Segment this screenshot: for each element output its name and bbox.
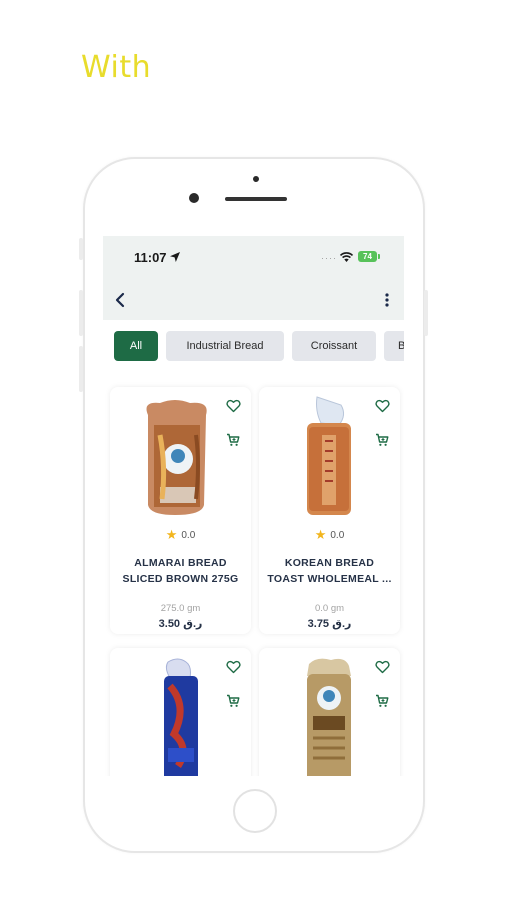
phone-home-button[interactable] xyxy=(233,789,277,833)
rating-value: 0.0 xyxy=(181,530,196,541)
phone-volume-down-button xyxy=(79,346,83,392)
category-chip-partial[interactable]: B xyxy=(384,331,404,361)
cart-icon[interactable] xyxy=(226,433,240,447)
product-weight: 275.0 gm xyxy=(160,603,201,614)
app-screen: 11:07 ···· 74 All Industrial Bread Crois… xyxy=(103,236,404,776)
app-header: 11:07 ···· 74 xyxy=(103,236,404,320)
product-name[interactable]: KOREAN BREAD TOAST WHOLEMEAL ... xyxy=(265,555,394,587)
star-icon: ★ xyxy=(314,527,327,542)
promo-text: With xyxy=(81,50,152,85)
cellular-signal-indicator: ···· xyxy=(321,253,337,263)
product-weight: 0.0 gm xyxy=(314,603,345,614)
product-rating: ★ 0.0 xyxy=(259,527,400,543)
heart-outline-icon[interactable] xyxy=(375,399,390,413)
status-time: 11:07 xyxy=(134,250,167,265)
product-card[interactable] xyxy=(110,648,251,776)
heart-outline-icon[interactable] xyxy=(226,660,241,674)
product-price: 3.75 ر.ق xyxy=(307,618,352,630)
product-image-blue-bread xyxy=(164,658,198,776)
phone-volume-up-button xyxy=(79,290,83,336)
battery-indicator: 74 xyxy=(358,251,380,262)
product-image-multigrain-bread xyxy=(307,658,351,776)
product-image-almarai-bread xyxy=(146,400,207,515)
product-name[interactable]: ALMARAI BREAD SLICED BROWN 275G xyxy=(116,555,245,587)
phone-camera xyxy=(189,193,199,203)
cart-icon[interactable] xyxy=(375,694,389,708)
cart-icon[interactable] xyxy=(226,694,240,708)
star-icon: ★ xyxy=(165,527,178,542)
product-card[interactable] xyxy=(259,648,400,776)
phone-sensor xyxy=(253,176,259,182)
category-chip-all[interactable]: All xyxy=(114,331,158,361)
more-vertical-icon[interactable] xyxy=(381,292,393,308)
category-tabs: All Industrial Bread Croissant B xyxy=(103,331,404,363)
product-card[interactable]: ★ 0.0 KOREAN BREAD TOAST WHOLEMEAL ... 0.… xyxy=(259,387,400,634)
category-chip-industrial-bread[interactable]: Industrial Bread xyxy=(166,331,284,361)
heart-outline-icon[interactable] xyxy=(375,660,390,674)
product-rating: ★ 0.0 xyxy=(110,527,251,543)
phone-power-button xyxy=(424,290,428,336)
product-price: 3.50 ر.ق xyxy=(158,618,203,630)
cart-icon[interactable] xyxy=(375,433,389,447)
heart-outline-icon[interactable] xyxy=(226,399,241,413)
category-chip-croissant[interactable]: Croissant xyxy=(292,331,376,361)
product-image-korean-bread xyxy=(307,396,351,515)
location-arrow-icon xyxy=(170,252,180,262)
product-card[interactable]: ★ 0.0 ALMARAI BREAD SLICED BROWN 275G 275… xyxy=(110,387,251,634)
rating-value: 0.0 xyxy=(330,530,345,541)
chevron-left-icon[interactable] xyxy=(112,292,128,308)
wifi-icon xyxy=(339,252,354,262)
phone-side-button xyxy=(79,238,83,260)
phone-speaker xyxy=(225,197,287,201)
